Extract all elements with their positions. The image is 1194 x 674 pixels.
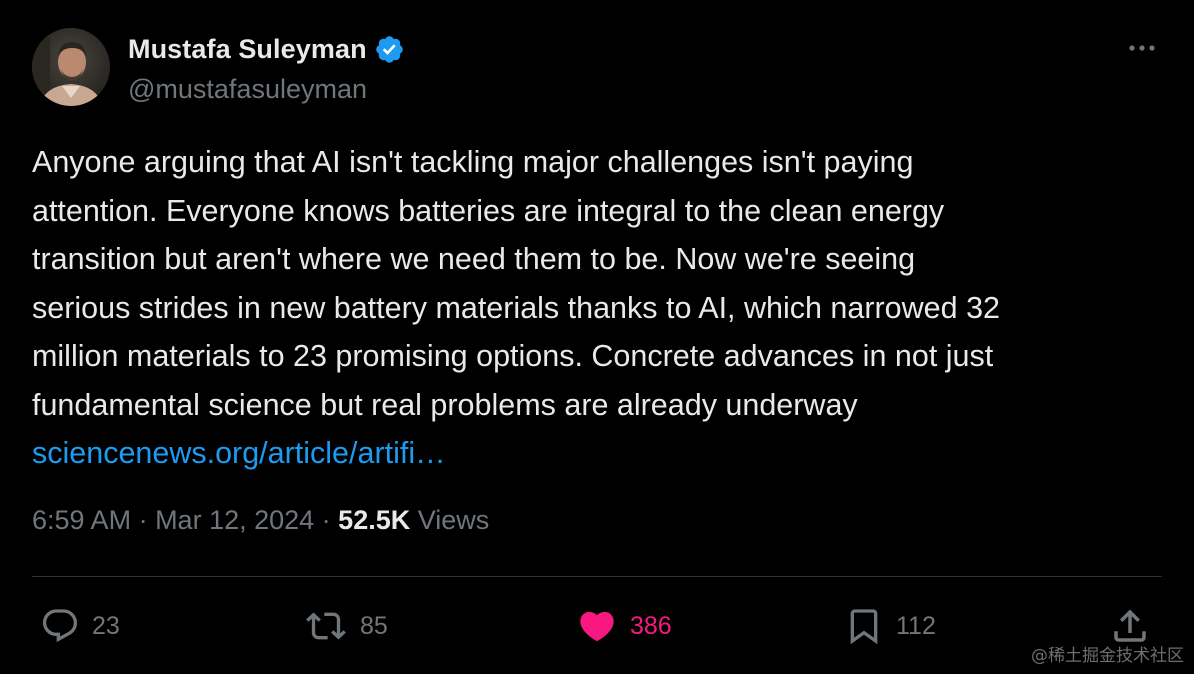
divider [32, 576, 1162, 577]
views-label: Views [410, 505, 490, 535]
meta-separator: · [314, 505, 339, 535]
heart-filled-icon [576, 606, 618, 646]
tweet-text-line: Anyone arguing that AI isn't tackling ma… [32, 145, 914, 179]
action-bar: 23 85 386 112 [32, 600, 1162, 652]
meta-separator: · [131, 505, 156, 535]
repost-button[interactable]: 85 [304, 600, 388, 652]
avatar[interactable] [32, 28, 110, 106]
tweet-text-line: million materials to 23 promising option… [32, 339, 994, 373]
bookmark-button[interactable]: 112 [844, 600, 936, 652]
tweet-meta: 6:59 AM · Mar 12, 2024 · 52.5K Views [32, 505, 489, 536]
author-display-name[interactable]: Mustafa Suleyman [128, 34, 367, 65]
verified-badge-icon[interactable] [374, 34, 405, 65]
author-handle[interactable]: @mustafasuleyman [128, 74, 405, 105]
like-count: 386 [630, 611, 672, 640]
tweet-text: Anyone arguing that AI isn't tackling ma… [32, 138, 1172, 478]
repost-count: 85 [360, 611, 388, 640]
tweet-text-line: fundamental science but real problems ar… [32, 387, 858, 422]
display-name-row: Mustafa Suleyman [128, 30, 405, 68]
tweet-text-line: serious strides in new battery materials… [32, 290, 1000, 325]
reply-count: 23 [92, 611, 120, 640]
reply-bubble-icon [40, 606, 80, 646]
bookmark-count: 112 [896, 611, 936, 640]
article-link[interactable]: sciencenews.org/article/artifi… [32, 436, 446, 470]
reply-button[interactable]: 23 [40, 600, 120, 652]
tweet-text-line: transition but aren't where we need them… [32, 242, 916, 276]
like-button[interactable]: 386 [576, 600, 672, 652]
bookmark-icon [844, 605, 884, 647]
views-count[interactable]: 52.5K [338, 505, 410, 535]
more-dots-icon[interactable] [1126, 38, 1162, 58]
tweet-card: Mustafa Suleyman @mustafasuleyman Anyone… [0, 0, 1194, 674]
tweet-time[interactable]: 6:59 AM [32, 505, 131, 535]
watermark: @稀土掘金技术社区 [1031, 646, 1184, 666]
repost-arrows-icon [304, 606, 348, 646]
tweet-header: Mustafa Suleyman @mustafasuleyman [32, 28, 1166, 108]
tweet-text-line: attention. Everyone knows batteries are … [32, 193, 945, 228]
author-names: Mustafa Suleyman @mustafasuleyman [128, 30, 405, 105]
tweet-date[interactable]: Mar 12, 2024 [155, 505, 314, 535]
